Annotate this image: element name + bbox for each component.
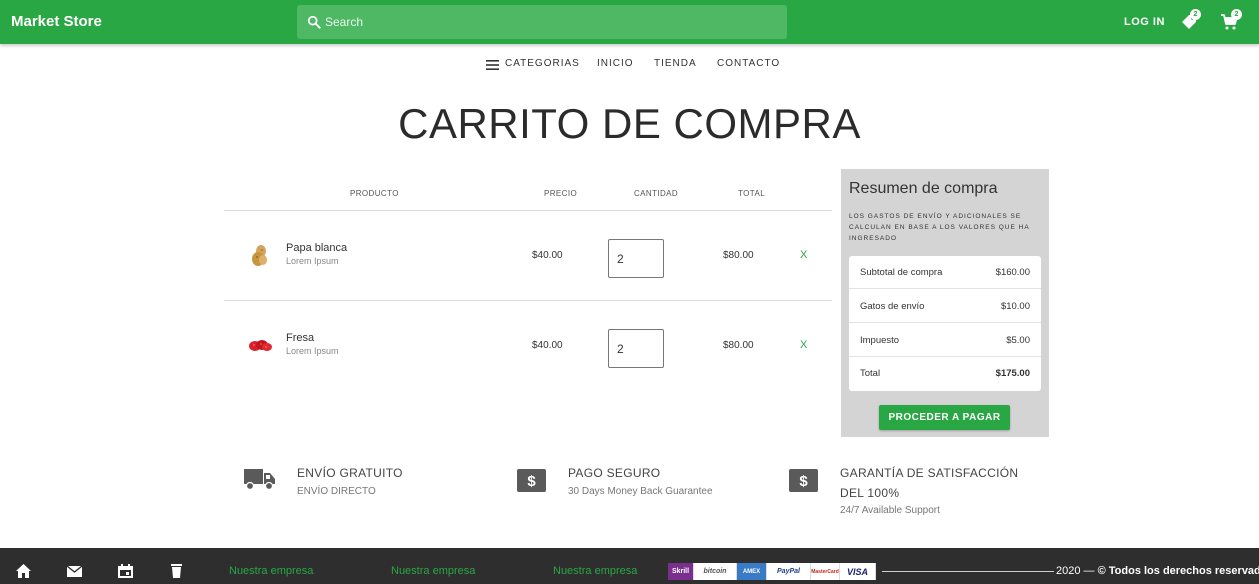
summary-value: $5.00 [1006,335,1030,346]
cart-item-total: $80.00 [723,340,754,351]
row-divider [224,300,832,301]
top-bar: Market Store LOG IN 2 2 [0,0,1259,44]
money-icon: $ [517,469,546,492]
bitcoin-logo: bitcoin [694,563,737,580]
feature-subtitle: 24/7 Available Support [840,505,940,516]
paypal-logo: PayPal [767,563,811,580]
cart-item-price: $40.00 [532,340,563,351]
summary-note: LOS GASTOS DE ENVÍO Y ADICIONALES SE CAL… [849,213,1030,242]
feature-title: GARANTÍA DE SATISFACCIÓN [840,466,1019,480]
feature-title-line2: DEL 100% [840,486,900,500]
cart-item-name[interactable]: Papa blanca [286,242,347,254]
login-link[interactable]: LOG IN [1124,16,1165,28]
cart-item-total: $80.00 [723,250,754,261]
search-icon [307,15,321,29]
cart-item-price: $40.00 [532,250,563,261]
mastercard-logo: MasterCard [811,563,840,580]
footer-divider [882,571,1054,572]
column-header-cantidad: CANTIDAD [634,189,679,198]
summary-label: Subtotal de compra [860,267,943,278]
summary-label: Impuesto [860,335,900,346]
page-title: CARRITO DE COMPRA [398,100,861,147]
search-input[interactable] [325,5,775,39]
summary-total-value: $175.00 [995,368,1030,379]
nav-tienda[interactable]: TIENDA [654,58,697,69]
summary-value: $160.00 [995,267,1030,278]
home-icon[interactable] [16,564,31,578]
feature-subtitle: 30 Days Money Back Guarantee [568,486,713,497]
feature-title: ENVÍO GRATUITO [297,466,403,480]
potato-image [252,245,267,266]
order-summary-panel: Resumen de compra LOS GASTOS DE ENVÍO Y … [841,169,1049,437]
trash-icon[interactable] [169,564,184,578]
summary-title: Resumen de compra [849,180,998,197]
calendar-icon[interactable] [118,564,133,578]
table-divider [224,210,832,211]
footer: Nuestra empresa Nuestra empresa Nuestra … [0,548,1259,584]
summary-row-shipping: Gatos de envío $10.00 [849,290,1041,323]
menu-icon[interactable] [486,60,499,70]
money-icon: $ [789,469,818,492]
footer-link[interactable]: Nuestra empresa [553,565,637,577]
truck-icon [244,469,275,491]
summary-label: Total [860,368,881,379]
wishlist-count-badge: 2 [1190,9,1201,20]
amex-logo: AMEX [737,563,767,580]
payment-methods: Skrill bitcoin AMEX PayPal MasterCard VI… [668,563,876,580]
copyright-year: 2020 — [1056,565,1095,577]
summary-row-total: Total $175.00 [849,357,1041,390]
nav-contacto[interactable]: CONTACTO [717,58,780,69]
mail-icon[interactable] [67,564,82,578]
cart-item-name[interactable]: Fresa [286,332,314,344]
footer-link[interactable]: Nuestra empresa [229,565,313,577]
copyright-notice: © Todos los derechos reservados [1097,565,1259,577]
cart-item-subtitle: Lorem Ipsum [286,346,339,356]
column-header-total: TOTAL [738,189,766,198]
remove-item-button[interactable]: X [800,339,807,351]
cart-count-badge: 2 [1231,9,1242,20]
brand-logo[interactable]: Market Store [11,13,102,30]
summary-row-tax: Impuesto $5.00 [849,324,1041,357]
column-header-precio: PRECIO [544,189,578,198]
feature-subtitle: ENVÍO DIRECTO [297,486,376,497]
svg-text:$: $ [527,473,536,490]
copyright-text: 2020 — © Todos los derechos reservados [1056,565,1259,577]
quantity-input[interactable] [608,329,664,368]
search-box[interactable] [297,5,787,39]
summary-label: Gatos de envío [860,301,925,312]
visa-logo: VISA [840,563,876,580]
checkout-button[interactable]: PROCEDER A PAGAR [879,405,1010,430]
svg-text:$: $ [799,473,808,490]
skrill-logo: Skrill [668,563,694,580]
column-header-producto: PRODUCTO [350,189,399,198]
footer-link[interactable]: Nuestra empresa [391,565,475,577]
main-nav: CATEGORIAS INICIO TIENDA CONTACTO [0,58,1259,72]
nav-inicio[interactable]: INICIO [597,58,634,69]
summary-value: $10.00 [1000,301,1030,312]
summary-row-subtotal: Subtotal de compra $160.00 [849,256,1041,289]
quantity-input[interactable] [608,239,664,278]
feature-title: PAGO SEGURO [568,466,661,480]
strawberry-image [249,340,272,351]
remove-item-button[interactable]: X [800,249,807,261]
cart-item-subtitle: Lorem Ipsum [286,256,339,266]
nav-categorias[interactable]: CATEGORIAS [505,58,580,69]
summary-list: Subtotal de compra $160.00 Gatos de enví… [849,256,1041,391]
